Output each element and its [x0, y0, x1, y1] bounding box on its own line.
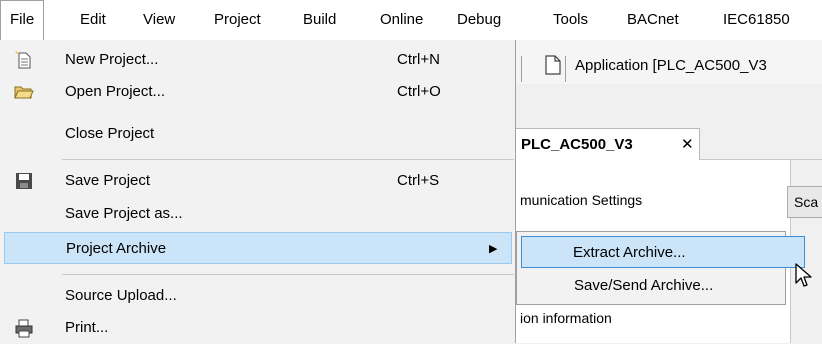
menu-item-label: Close Project [65, 125, 155, 142]
menu-bacnet[interactable]: BACnet [627, 0, 679, 40]
menu-bar: File Edit View Project Build Online Debu… [0, 0, 822, 41]
save-disk-icon [14, 171, 34, 191]
menu-item-extract-archive[interactable]: Extract Archive... [521, 236, 805, 268]
menu-item-label: Print... [65, 319, 109, 336]
information-label[interactable]: ion information [520, 308, 612, 328]
open-folder-icon [14, 82, 34, 102]
menu-view[interactable]: View [143, 0, 175, 40]
application-selector[interactable]: Application [PLC_AC500_V3 [575, 51, 767, 81]
menu-item-project-archive[interactable]: Project Archive ▶ [4, 232, 512, 264]
menu-edit[interactable]: Edit [80, 0, 106, 40]
printer-icon [14, 318, 34, 338]
shortcut-label: Ctrl+O [397, 83, 441, 100]
menu-separator [62, 159, 514, 160]
menu-item-label: Save Project as... [65, 205, 183, 222]
menu-item-label: Source Upload... [65, 287, 177, 304]
menu-item-close-project[interactable]: Close Project [0, 118, 514, 150]
new-project-icon [14, 50, 34, 70]
shortcut-label: Ctrl+S [397, 172, 440, 189]
menu-item-label: Project Archive [66, 240, 167, 257]
menu-file[interactable]: File [0, 0, 45, 40]
menu-tools[interactable]: Tools [553, 0, 588, 40]
menu-item-open-project[interactable]: Open Project... Ctrl+O [0, 76, 514, 108]
file-menu-dropdown: New Project... Ctrl+N Open Project... Ct… [0, 40, 516, 343]
project-archive-submenu: Extract Archive... Save/Send Archive... [516, 231, 805, 305]
tab-label: PLC_AC500_V3 [521, 136, 633, 153]
toolbar-separator [565, 56, 566, 82]
shortcut-label: Ctrl+N [397, 51, 440, 68]
menu-item-save-project[interactable]: Save Project Ctrl+S [0, 165, 514, 197]
menu-item-label: New Project... [65, 51, 159, 68]
toolbar-separator [521, 56, 522, 82]
menu-separator [62, 274, 514, 275]
menu-item-label: Save/Send Archive... [574, 277, 714, 294]
menu-item-new-project[interactable]: New Project... Ctrl+N [0, 44, 514, 76]
menu-item-save-send-archive[interactable]: Save/Send Archive... [519, 270, 783, 302]
menu-item-source-upload[interactable]: Source Upload... [0, 280, 514, 312]
menu-project[interactable]: Project [214, 0, 261, 40]
menu-debug[interactable]: Debug [457, 0, 501, 40]
menu-item-label: Save Project [65, 172, 151, 189]
menu-build[interactable]: Build [303, 0, 336, 40]
close-icon[interactable]: ✕ [681, 129, 694, 161]
menu-item-print[interactable]: Print... [0, 312, 514, 344]
menu-item-label: Extract Archive... [573, 244, 686, 261]
menu-item-label: Open Project... [65, 83, 166, 100]
menu-iec61850[interactable]: IEC61850 [723, 0, 790, 40]
menu-online[interactable]: Online [380, 0, 423, 40]
document-icon[interactable] [545, 55, 561, 79]
tab-plc-ac500-v3[interactable]: PLC_AC500_V3 ✕ [510, 128, 700, 160]
communication-settings-label[interactable]: munication Settings [520, 190, 642, 210]
scan-network-button[interactable]: Sca [787, 186, 822, 218]
mouse-cursor-icon [795, 263, 813, 289]
menu-item-save-project-as[interactable]: Save Project as... [0, 198, 514, 230]
submenu-arrow-icon: ▶ [489, 243, 498, 255]
